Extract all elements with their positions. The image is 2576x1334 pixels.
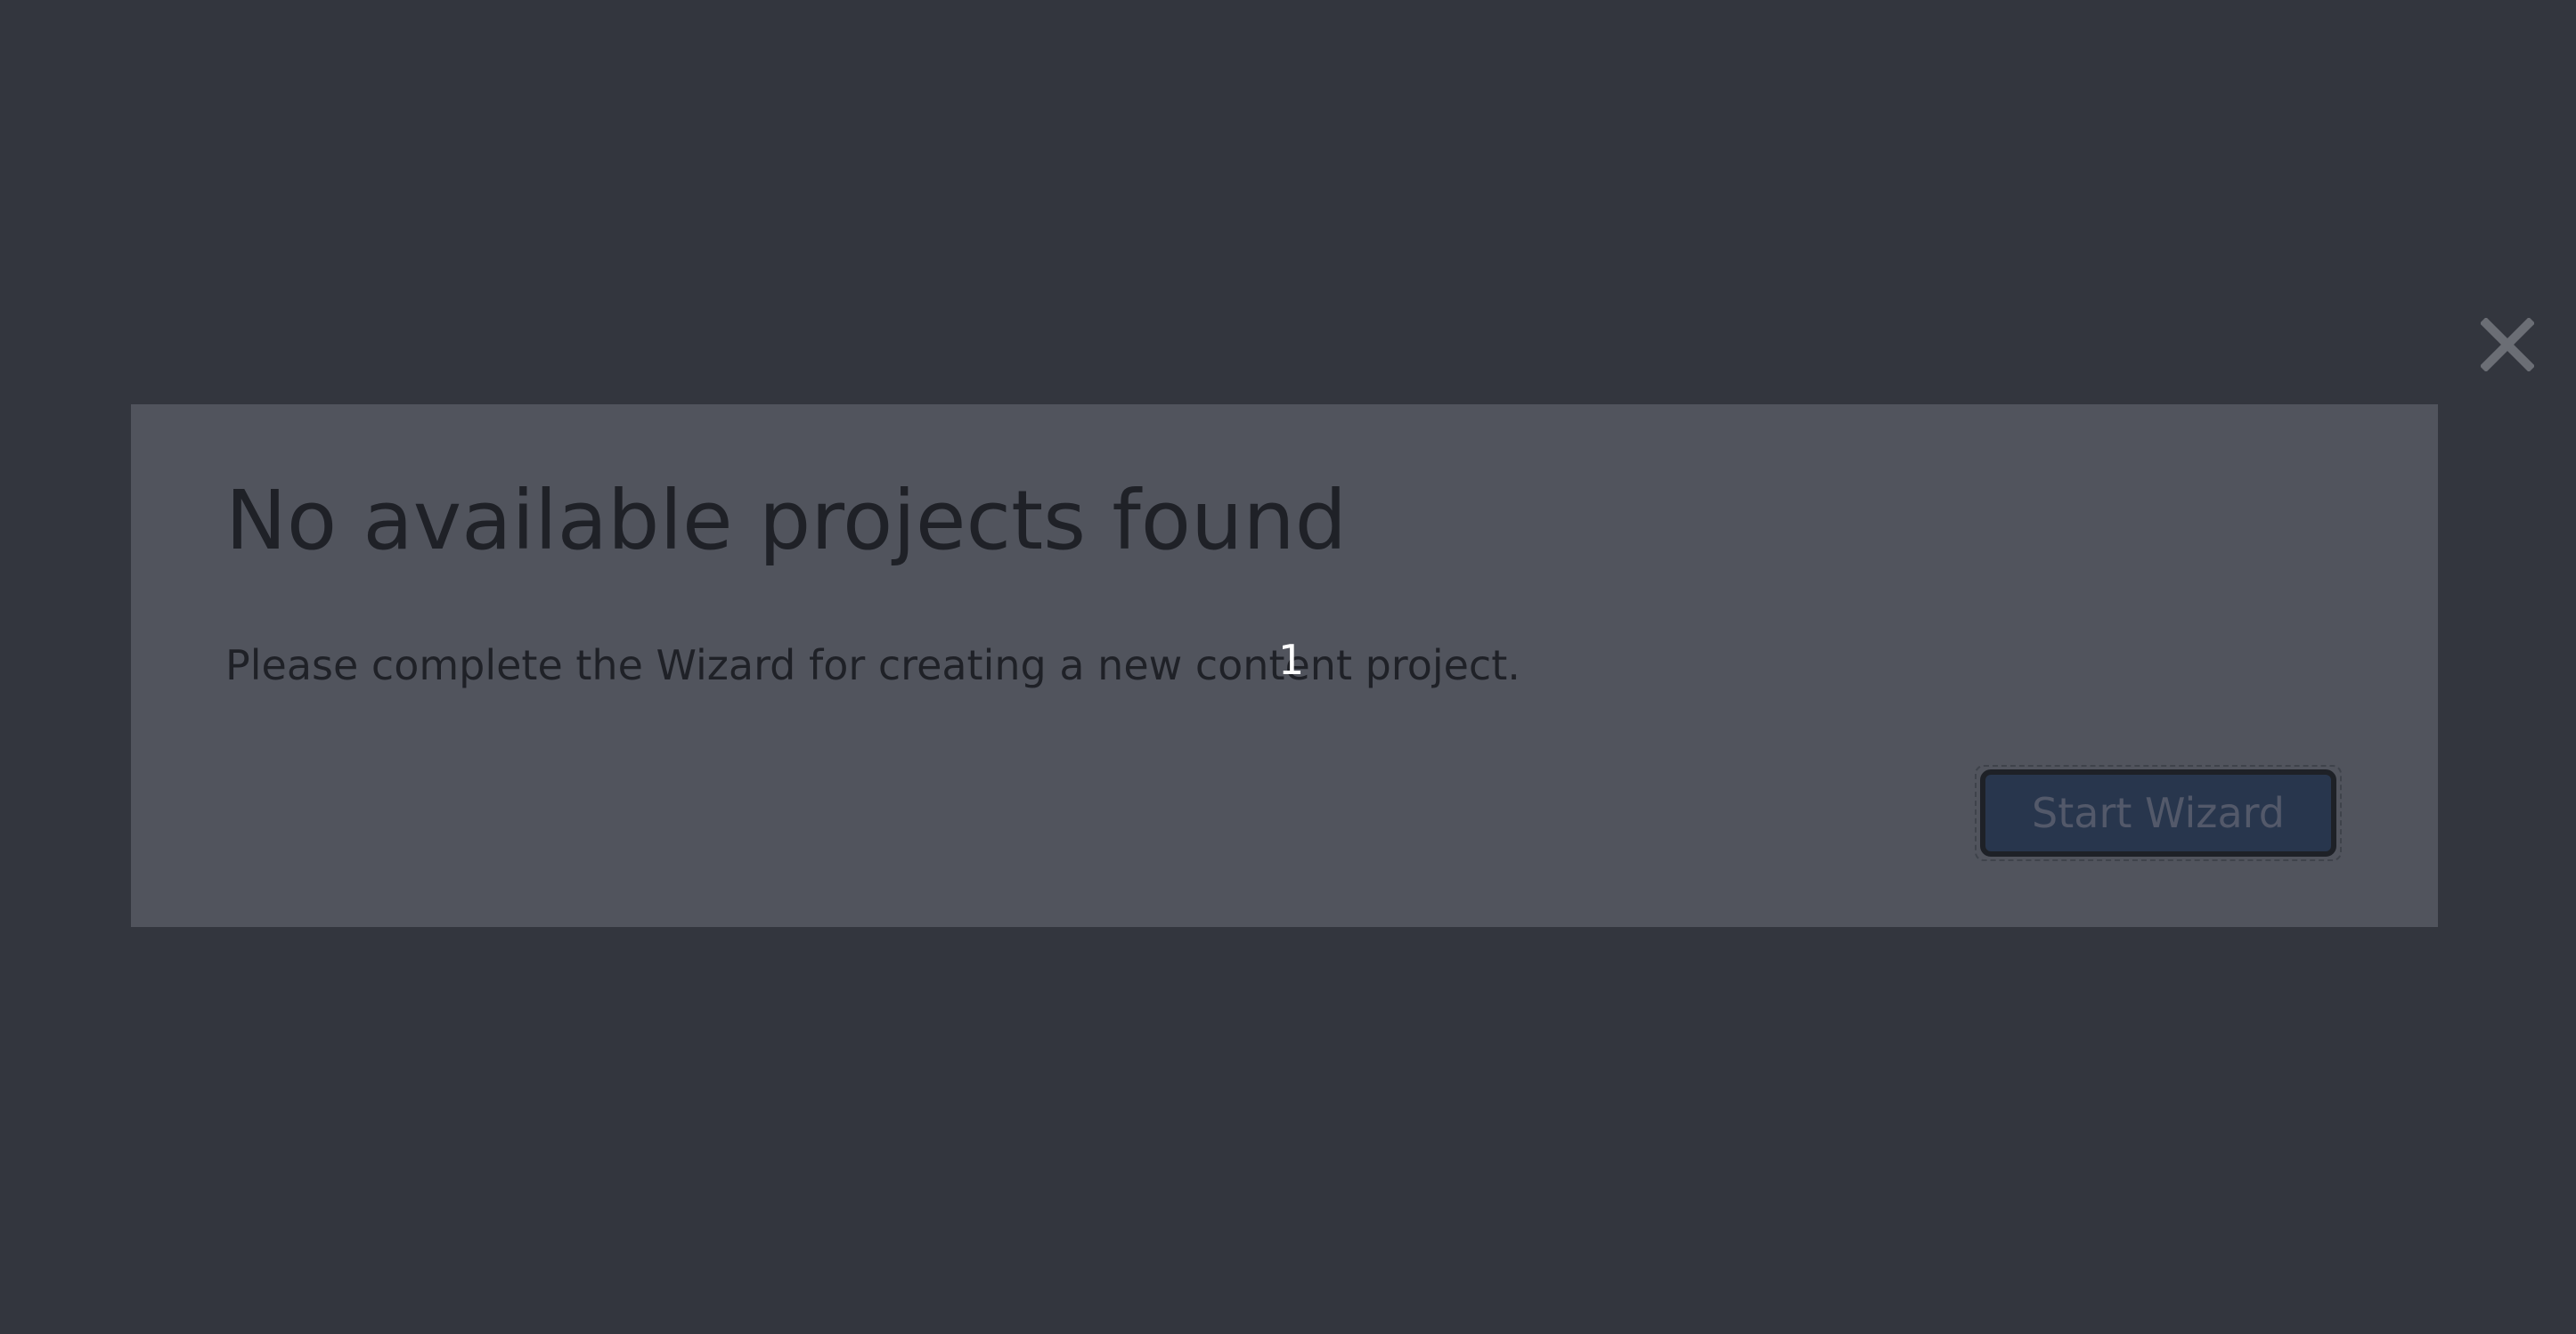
- start-wizard-button[interactable]: Start Wizard: [1980, 769, 2336, 857]
- dialog-message: Please complete the Wizard for creating …: [225, 641, 1520, 689]
- close-button[interactable]: [2469, 306, 2546, 383]
- modal-backdrop: No available projects found Please compl…: [0, 0, 2576, 1334]
- overlay-marker: 1: [1278, 636, 1305, 684]
- dialog-title: No available projects found: [225, 473, 1348, 568]
- close-icon: [2481, 318, 2534, 371]
